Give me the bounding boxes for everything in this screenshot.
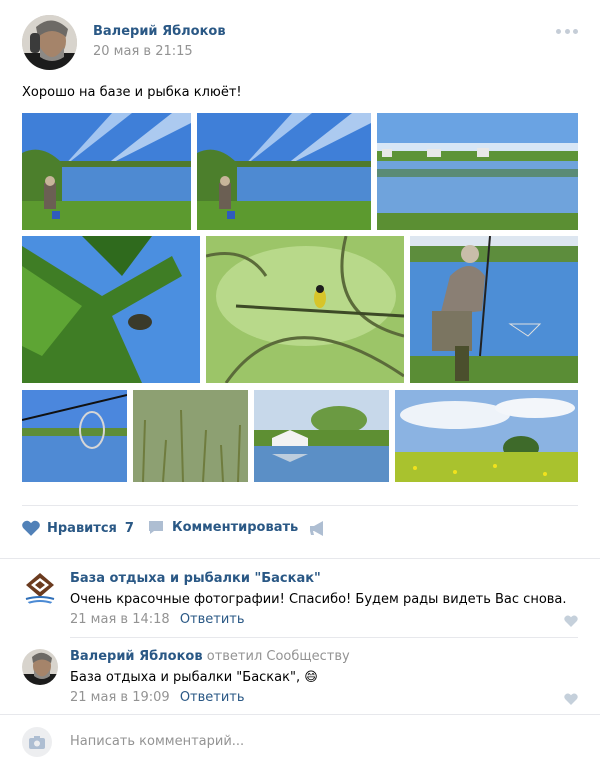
comment-composer bbox=[22, 727, 578, 759]
photo-yurt-reflection[interactable] bbox=[254, 390, 389, 482]
like-label: Нравится bbox=[47, 520, 117, 536]
reply-target-link: База отдыха и рыбалки "Баскак", bbox=[70, 670, 301, 685]
lake-fisher-image bbox=[197, 113, 371, 230]
reeds-image bbox=[133, 390, 248, 482]
net-image bbox=[22, 390, 127, 482]
camera-icon bbox=[29, 735, 45, 749]
comment-text: Очень красочные фотографии! Спасибо! Буд… bbox=[70, 592, 567, 607]
comment-heart-icon[interactable] bbox=[564, 615, 578, 627]
man-rod-image bbox=[410, 236, 578, 383]
like-button[interactable]: Нравится 7 bbox=[22, 520, 134, 536]
share-button[interactable] bbox=[309, 521, 327, 540]
attach-photo-button[interactable] bbox=[22, 727, 52, 757]
comment-input[interactable] bbox=[70, 734, 570, 749]
commenter-avatar[interactable] bbox=[22, 649, 58, 685]
composer-divider bbox=[0, 714, 600, 715]
post-actions-divider bbox=[22, 505, 578, 506]
comment-date[interactable]: 21 мая в 19:09 bbox=[70, 690, 170, 705]
photo-bird-on-branch[interactable] bbox=[206, 236, 404, 383]
like-count: 7 bbox=[124, 520, 134, 536]
reply-button[interactable]: Ответить bbox=[180, 690, 245, 705]
photo-dandelion-meadow[interactable] bbox=[395, 390, 578, 482]
pine-image bbox=[22, 236, 200, 383]
replied-to-label: ответил Сообществу bbox=[206, 649, 350, 664]
bird-image bbox=[206, 236, 404, 383]
community-avatar[interactable] bbox=[22, 571, 58, 607]
photo-fisherman-lake-1[interactable] bbox=[22, 113, 191, 230]
comment-divider bbox=[70, 637, 578, 638]
post-date[interactable]: 20 мая в 21:15 bbox=[93, 44, 193, 59]
meadow-image bbox=[395, 390, 578, 482]
megaphone-icon bbox=[310, 521, 323, 536]
post-text: Хорошо на базе и рыбка клюёт! bbox=[22, 85, 242, 100]
more-options-icon[interactable] bbox=[556, 29, 578, 37]
lake-fisher-image bbox=[22, 113, 191, 230]
photo-fisherman-lake-2[interactable] bbox=[197, 113, 371, 230]
comment-item: Валерий Яблоков ответил Сообществу База … bbox=[22, 649, 578, 709]
photo-pond-reflection[interactable] bbox=[377, 113, 578, 230]
yurt-image bbox=[254, 390, 389, 482]
reply-button[interactable]: Ответить bbox=[180, 612, 245, 627]
photo-pine-branch[interactable] bbox=[22, 236, 200, 383]
baskak-logo-icon bbox=[22, 571, 58, 607]
comments-divider bbox=[0, 558, 600, 559]
comment-button[interactable]: Комментировать bbox=[148, 520, 298, 535]
comment-icon bbox=[149, 521, 163, 534]
comment-date[interactable]: 21 мая в 14:18 bbox=[70, 612, 170, 627]
post-header: Валерий Яблоков 20 мая в 21:15 bbox=[22, 15, 582, 71]
heart-icon bbox=[22, 520, 40, 536]
comment-item: База отдыха и рыбалки "Баскак" Очень кра… bbox=[22, 571, 578, 631]
author-avatar[interactable] bbox=[22, 15, 77, 70]
photo-water-reeds[interactable] bbox=[133, 390, 248, 482]
photo-fishing-net[interactable] bbox=[22, 390, 127, 482]
photo-man-with-rod[interactable] bbox=[410, 236, 578, 383]
pond-image bbox=[377, 113, 578, 230]
smile-emoji-icon: 😄 bbox=[304, 670, 318, 685]
comment-label: Комментировать bbox=[172, 520, 299, 535]
comment-heart-icon[interactable] bbox=[564, 693, 578, 705]
comment-author[interactable]: Валерий Яблоков bbox=[70, 649, 203, 664]
post-actions: Нравится 7 Комментировать bbox=[22, 516, 578, 546]
comment-author[interactable]: База отдыха и рыбалки "Баскак" bbox=[70, 571, 321, 586]
author-name[interactable]: Валерий Яблоков bbox=[93, 24, 226, 39]
